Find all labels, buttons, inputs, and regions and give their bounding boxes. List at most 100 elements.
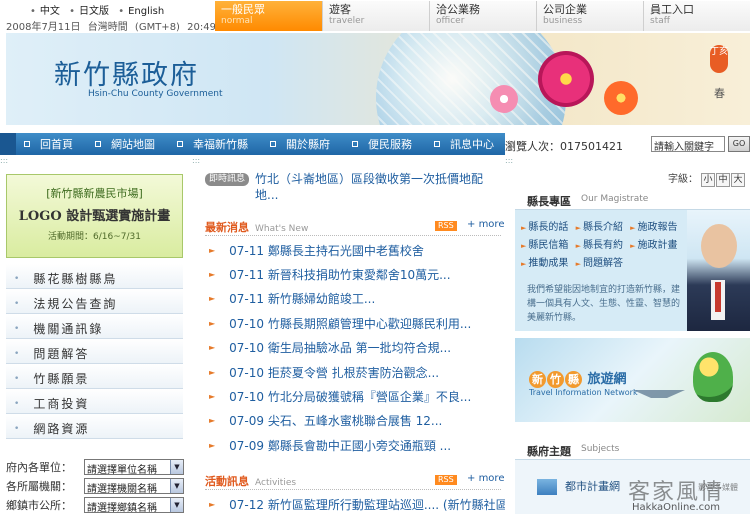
dot-icon: • [14,273,22,284]
rss-button[interactable]: RSS [435,475,457,485]
keyword-search-input[interactable]: 請輸入關鍵字 [651,136,725,153]
mag-link[interactable]: 縣長介紹 [583,222,623,233]
flower-image [538,51,594,107]
main-nav: 回首頁 網站地圖 幸福新竹縣 關於縣府 便民服務 訊息中心 [0,133,505,155]
arrow-right-icon: ► [521,224,527,232]
magistrate-panel: 縣長專區 Our Magistrate ► 縣長的話 ► 縣長介紹 ► 施政報告 ► 縣… [515,188,750,331]
nav-info-center[interactable]: 訊息中心 [434,136,494,152]
square-icon [352,141,358,147]
menu-county-symbols[interactable]: • 縣花縣樹縣鳥 [6,264,183,289]
mag-link[interactable]: 問題解答 [583,258,623,269]
arrow-right-icon: ► [209,440,216,450]
dot-icon: • [14,298,22,309]
nav-sitemap[interactable]: 網站地圖 [95,136,155,152]
mag-link[interactable]: 縣民信箱 [528,240,568,251]
zone-text: 台灣時間 [87,22,128,33]
activity-more-link[interactable]: + more [467,473,504,484]
nav-home[interactable]: 回首頁 [24,136,73,152]
left-menu: • 縣花縣樹縣鳥 • 法規公告查詢 • 機關通訊錄 • 問題解答 • 竹縣願景 • 工商投資… [6,264,183,439]
font-large-button[interactable]: 大 [731,173,745,187]
arrow-right-icon: ► [521,260,527,268]
agency-select[interactable]: 請選擇機關名稱 ▼ [84,478,184,494]
news-item[interactable]: ► 07-10 衛生局抽驗冰品 第一批均符合規... [205,336,505,360]
magistrate-links: ► 縣長的話 ► 縣長介紹 ► 施政報告 ► 縣民信箱 ► 縣長有約 ► 施政計畫 ► 推動成… [521,218,691,272]
news-item[interactable]: ► 07-10 竹縣長期照顧管理中心歡迎縣民利用... [205,311,505,335]
menu-investment[interactable]: • 工商投資 [6,389,183,414]
market-logo-contest-banner[interactable]: [新竹縣新農民市場] LOGO 設計甄選實施計畫 活動期間：6/16~7/31 [6,174,183,258]
select-row: 各所屬機關： 請選擇機關名稱 ▼ [6,477,189,495]
mag-link[interactable]: 施政計畫 [638,240,678,251]
watermark: 客家風情 影音多媒體 HakkaOnline.com [628,480,738,513]
news-item[interactable]: ► 07-11 鄭縣長主持石光國中老舊校舍 [205,238,505,262]
arrow-right-icon: ► [209,343,216,353]
activity-section-header: 活動訊息 Activities RSS + more [205,473,505,490]
magistrate-header: 縣長專區 Our Magistrate [515,188,750,210]
menu-faq[interactable]: • 問題解答 [6,339,183,364]
mag-link[interactable]: 推動成果 [528,258,568,269]
menu-web-resources[interactable]: • 網路資源 [6,414,183,439]
arrow-right-icon: ► [630,242,636,250]
chevron-down-icon: ▼ [170,460,183,474]
dot-icon: • [14,323,22,334]
nav-happy-county[interactable]: 幸福新竹縣 [177,136,248,152]
nav-left-cap [0,133,16,155]
season-badge: 丁亥 [710,45,728,73]
nav-about[interactable]: 關於縣府 [270,136,330,152]
tab-normal[interactable]: 一般民眾 normal [215,1,322,31]
mag-link[interactable]: 縣長的話 [528,222,568,233]
nav-services[interactable]: 便民服務 [352,136,412,152]
pavilion-image [633,390,685,416]
magistrate-photo [687,210,750,331]
travel-network-banner[interactable]: 新竹縣 旅遊網 Travel Information Network [515,338,750,422]
page: • 中文 • 日文版 • English 2008年7月11日 台灣時間 (GMT+8… [0,0,750,514]
lang-english[interactable]: English [128,6,164,17]
tab-officer[interactable]: 洽公業務 officer [429,1,536,31]
urban-planning-link[interactable]: 都市計畫網 [537,478,620,495]
season-word: 春 [714,87,725,100]
lang-chinese[interactable]: 中文 [40,6,60,17]
news-item[interactable]: ► 07-09 尖石、五峰水蜜桃聯合展售 12... [205,409,505,433]
font-medium-button[interactable]: 中 [716,173,730,187]
search-go-button[interactable]: GO [728,136,750,152]
instant-news-link[interactable]: 竹北（斗崙地區）區段徵收第一次抵價地配地... [255,171,500,203]
arrow-right-icon: ► [630,224,636,232]
news-item[interactable]: ► 07-11 新晉科技捐助竹東愛鄰舍10萬元... [205,262,505,286]
township-select[interactable]: 請選擇鄉鎮名稱 ▼ [84,497,184,513]
tab-traveler[interactable]: 遊客 traveler [322,1,429,31]
activity-item[interactable]: ► 07-12 新竹區監理所行動監理站巡迴.... (新竹縣社區服... [205,492,505,514]
news-more-link[interactable]: + more [467,219,504,230]
dot-icon: • [14,373,22,384]
dot-icon: • [14,398,22,409]
arrow-right-icon: ► [209,416,216,426]
select-row: 府內各單位： 請選擇單位名稱 ▼ [6,458,189,476]
mag-link[interactable]: 縣長有約 [583,240,623,251]
datetime: 2008年7月11日 台灣時間 (GMT+8) 20:49:24 [6,18,236,33]
site-logo[interactable]: 新竹縣政府 [54,53,199,92]
tab-staff[interactable]: 員工入口 staff [643,1,750,31]
bird-image [693,352,733,402]
menu-vision[interactable]: • 竹縣願景 [6,364,183,389]
menu-regulations[interactable]: • 法規公告查詢 [6,289,183,314]
news-item[interactable]: ► 07-10 竹北分局破獲號稱『營區企業』不良... [205,384,505,408]
dotted-marker: ::: [192,156,201,165]
news-section-header: 最新消息 What's New RSS + more [205,219,505,236]
news-list: ► 07-11 鄭縣長主持石光國中老舊校舍 ► 07-11 新晉科技捐助竹東愛鄰舍1… [205,238,505,458]
department-select[interactable]: 請選擇單位名稱 ▼ [84,459,184,475]
news-item[interactable]: ► 07-10 拒菸夏令營 扎根菸害防治觀念... [205,360,505,384]
font-small-button[interactable]: 小 [701,173,715,187]
instant-news-badge: 即時訊息 [205,173,250,186]
tab-business[interactable]: 公司企業 business [536,1,643,31]
news-item[interactable]: ► 07-11 新竹縣婦幼館竣工... [205,287,505,311]
lang-japanese[interactable]: 日文版 [79,6,109,17]
instant-news-ticker: 即時訊息 竹北（斗崙地區）區段徵收第一次抵價地配地... [205,170,505,206]
arrow-right-icon: ► [575,242,581,250]
news-item[interactable]: ► 07-09 鄭縣長會勘中正國小旁交通瓶頸 ... [205,433,505,457]
flower-image [604,81,638,115]
rss-button[interactable]: RSS [435,221,457,231]
magistrate-description: 我們希望能因地制宜的打造新竹縣，建構一個具有人文、生態、性靈、智慧的美麗新竹縣。 [527,285,681,323]
arrow-right-icon: ► [209,367,216,377]
arrow-right-icon: ► [209,499,216,509]
subjects-header: 縣府主題 Subjects [515,438,750,460]
menu-directory[interactable]: • 機關通訊錄 [6,314,183,339]
mag-link[interactable]: 施政報告 [638,222,678,233]
